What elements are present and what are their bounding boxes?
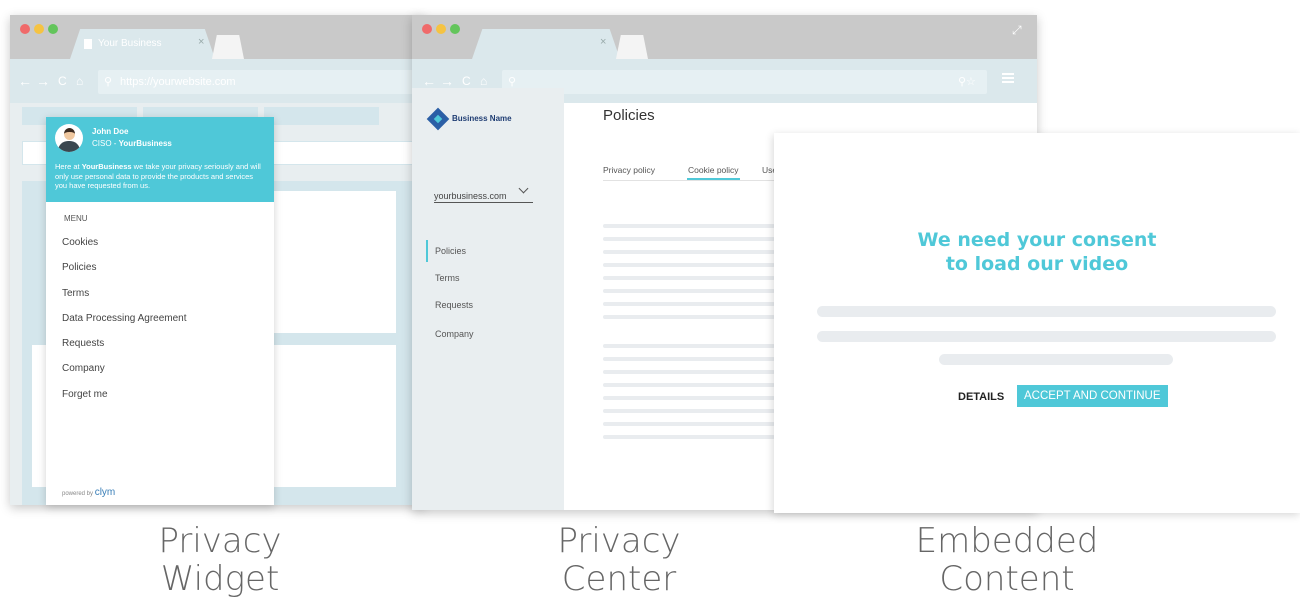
browser-tab-active[interactable]: × (472, 29, 620, 59)
arrow-right-icon[interactable]: → (440, 74, 454, 88)
chevron-down-icon (518, 183, 529, 194)
close-tab-icon[interactable]: × (198, 36, 204, 48)
menu-heading: MENU (64, 214, 88, 223)
maximize-window-dot[interactable] (450, 24, 460, 34)
nav-placeholder (264, 107, 379, 125)
sidebar-item-requests[interactable]: Requests (435, 300, 473, 310)
text-placeholder-line (603, 357, 775, 361)
browser-tab-active[interactable]: Your Business × (70, 29, 215, 59)
text-placeholder-line (603, 263, 775, 267)
new-tab-button[interactable] (616, 35, 648, 59)
text-placeholder-line (603, 224, 775, 228)
text-placeholder-line (603, 422, 775, 426)
text-placeholder-line (939, 354, 1173, 365)
page-icon (84, 39, 92, 49)
reload-icon[interactable]: C (462, 74, 471, 88)
menu-item-data-processing-agreement[interactable]: Data Processing Agreement (62, 313, 187, 324)
powered-by: powered by clym (62, 487, 116, 498)
sidebar-item-terms[interactable]: Terms (435, 273, 460, 283)
text-placeholder-line (817, 306, 1276, 317)
hamburger-icon-bar (1002, 77, 1014, 79)
card-placeholder (274, 345, 396, 487)
text-placeholder-line (603, 276, 775, 280)
reload-icon[interactable]: C (58, 74, 67, 88)
privacy-intro: Here at YourBusiness we take your privac… (55, 162, 261, 190)
maximize-window-dot[interactable] (48, 24, 58, 34)
caption-embedded-content: Embedded Content (915, 521, 1099, 599)
new-tab-button[interactable] (212, 35, 244, 59)
accept-and-continue-button[interactable]: ACCEPT AND CONTINUE (1017, 385, 1168, 407)
tab-cookie-policy[interactable]: Cookie policy (688, 165, 739, 175)
text-placeholder-line (603, 396, 775, 400)
privacy-widget-panel: John Doe CISO - YourBusiness Here at You… (46, 117, 274, 505)
menu-item-forget-me[interactable]: Forget me (62, 389, 108, 400)
card-placeholder (274, 191, 396, 333)
expand-icon[interactable]: ⤢ (1012, 23, 1022, 38)
search-icon: ⚲ (104, 76, 113, 88)
minimize-window-dot[interactable] (436, 24, 446, 34)
text-placeholder-line (603, 250, 775, 254)
brand-name: Business Name (452, 114, 512, 123)
zoom-icon[interactable]: ⚲☆ (958, 70, 976, 94)
url-text: https://yourwebsite.com (120, 76, 236, 88)
close-window-dot[interactable] (20, 24, 30, 34)
domain-select-value: yourbusiness.com (434, 191, 507, 201)
text-placeholder-line (603, 289, 775, 293)
menu-item-company[interactable]: Company (62, 363, 105, 374)
embedded-consent-panel: We need your consent to load our video D… (774, 133, 1300, 513)
text-placeholder-line (603, 315, 775, 319)
text-placeholder-line (603, 435, 775, 439)
arrow-left-icon[interactable]: ← (18, 74, 32, 88)
arrow-left-icon[interactable]: ← (422, 74, 436, 88)
text-placeholder-line (603, 370, 775, 374)
minimize-window-dot[interactable] (34, 24, 44, 34)
close-tab-icon[interactable]: × (600, 36, 606, 48)
profile-role: CISO - YourBusiness (92, 139, 172, 148)
close-window-dot[interactable] (422, 24, 432, 34)
menu-item-policies[interactable]: Policies (62, 262, 96, 273)
url-input[interactable]: ⚲ https://yourwebsite.com (98, 70, 425, 94)
text-placeholder-line (603, 383, 775, 387)
menu-item-requests[interactable]: Requests (62, 338, 104, 349)
caption-privacy-widget: Privacy Widget (158, 521, 282, 599)
business-logo-icon (426, 107, 450, 131)
caption-privacy-center: Privacy Center (557, 521, 681, 599)
text-placeholder-line (603, 237, 775, 241)
text-placeholder-line (603, 302, 775, 306)
home-icon[interactable]: ⌂ (480, 74, 487, 88)
home-icon[interactable]: ⌂ (76, 74, 83, 88)
user-avatar-icon (55, 124, 83, 152)
widget-header: John Doe CISO - YourBusiness Here at You… (46, 117, 274, 202)
tabs-divider (603, 180, 803, 181)
page-title: Policies (603, 107, 655, 124)
sidebar-item-company[interactable]: Company (435, 329, 474, 339)
tab-privacy-policy[interactable]: Privacy policy (603, 165, 655, 175)
menu-item-cookies[interactable]: Cookies (62, 237, 98, 248)
details-button[interactable]: DETAILS (958, 391, 1004, 403)
text-placeholder-line (817, 331, 1276, 342)
arrow-right-icon[interactable]: → (36, 74, 50, 88)
consent-heading: We need your consent to load our video (917, 229, 1157, 275)
domain-select[interactable]: yourbusiness.com (434, 183, 533, 203)
active-nav-indicator (426, 240, 428, 262)
text-placeholder-line (603, 409, 775, 413)
tab-title: Your Business (98, 38, 162, 49)
url-input[interactable]: ⚲ ⚲☆ (502, 70, 987, 94)
center-sidebar: Business Name yourbusiness.com (412, 88, 564, 510)
sidebar-item-policies[interactable]: Policies (435, 246, 466, 256)
profile-name: John Doe (92, 127, 129, 136)
text-placeholder-line (603, 344, 775, 348)
menu-item-terms[interactable]: Terms (62, 288, 89, 299)
